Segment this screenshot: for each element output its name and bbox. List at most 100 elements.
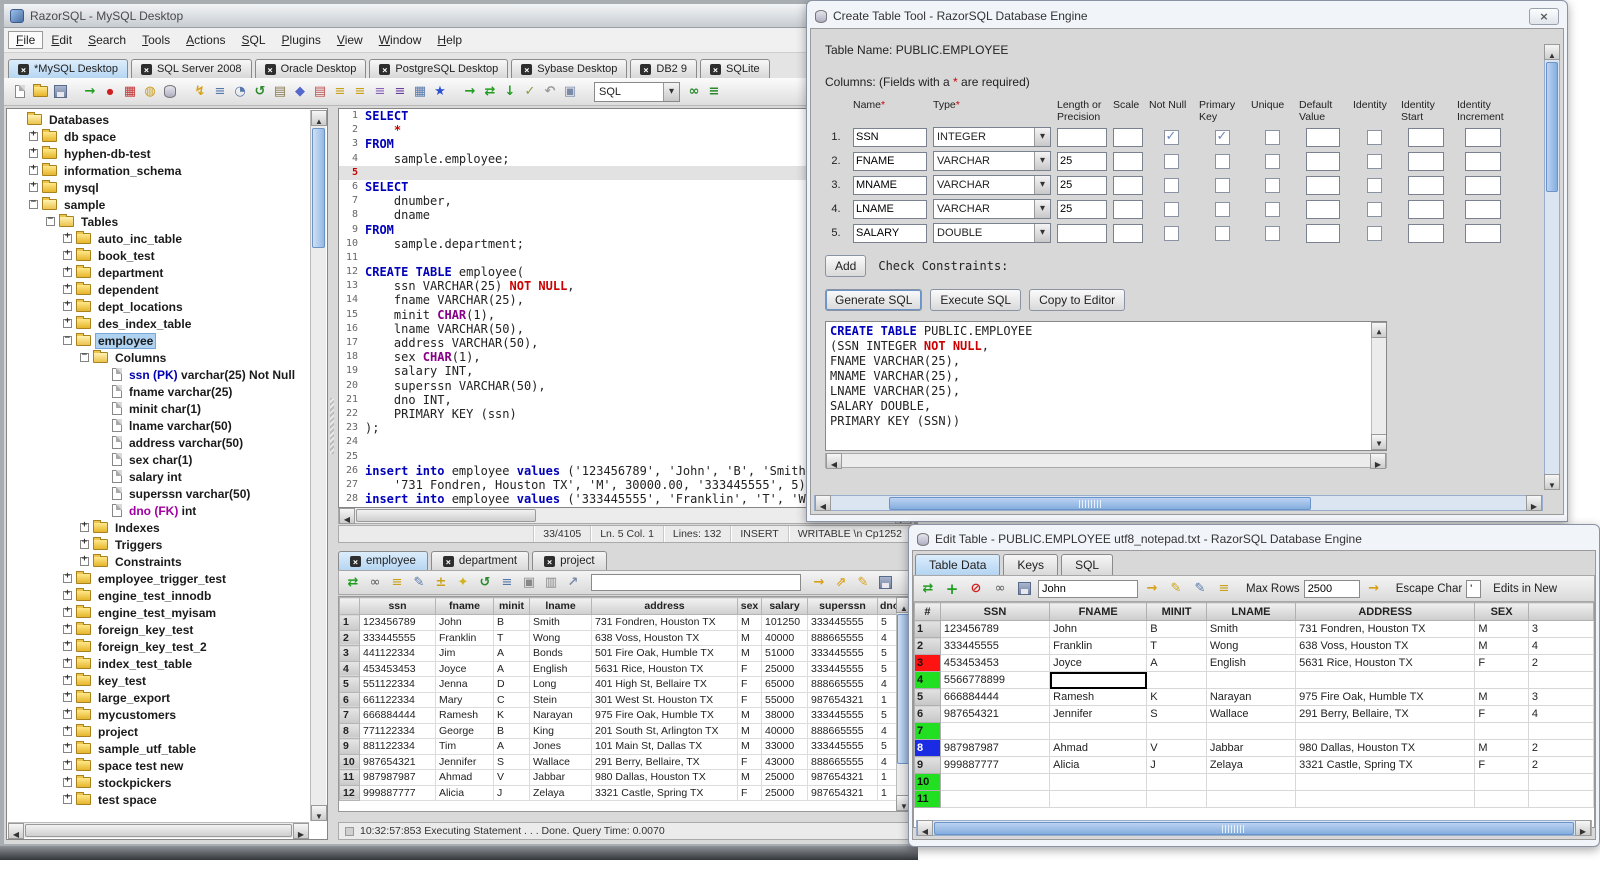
cell[interactable]: Alicia	[1049, 756, 1148, 774]
cell[interactable]: 51000	[761, 645, 808, 662]
results-header-salary[interactable]: salary	[761, 597, 808, 615]
close-tab-icon[interactable]	[544, 555, 556, 567]
expand-plus-icon[interactable]: +	[63, 657, 72, 668]
cell[interactable]: 2	[1527, 756, 1594, 774]
edit-header-[interactable]: #	[914, 602, 941, 621]
table-row[interactable]: 2 333445555 Franklin T Wong 638 Voss, Houston…	[914, 637, 1594, 655]
scale-input[interactable]	[1113, 175, 1143, 195]
expand-plus-icon[interactable]: +	[80, 521, 89, 532]
cell[interactable]: 123456789	[359, 614, 436, 631]
window-icon[interactable]: ▣	[519, 573, 539, 593]
tree-item-address-varchar-50[interactable]: address varchar(50)	[8, 434, 309, 451]
tree-item-large-export[interactable]: + large_export	[8, 689, 309, 706]
table-row[interactable]: 7 666884444 Ramesh K Narayan 975 Fire Oak, Hu…	[339, 707, 903, 724]
cell[interactable]: 4	[1527, 705, 1594, 723]
cell[interactable]: F	[737, 691, 762, 708]
cell[interactable]: 987654321	[807, 691, 878, 708]
cell[interactable]: M	[737, 629, 762, 646]
cell[interactable]: English	[1205, 654, 1297, 672]
column-type-select[interactable]: INTEGER	[933, 127, 1051, 147]
cell[interactable]: Jabbar	[1205, 739, 1297, 757]
main-title-bar[interactable]: RazorSQL - MySQL Desktop	[4, 4, 914, 28]
cell[interactable]: 333445555	[939, 637, 1051, 655]
cell[interactable]: 55000	[761, 691, 808, 708]
column-name-input[interactable]	[853, 199, 927, 219]
expand-plus-icon[interactable]: +	[63, 708, 72, 719]
cell[interactable]: 101 Main St, Dallas TX	[591, 738, 738, 755]
cell[interactable]: 501 Fire Oak, Humble TX	[591, 645, 738, 662]
edit-header-fname[interactable]: FNAME	[1049, 602, 1148, 621]
cell[interactable]: 987987987	[359, 769, 436, 786]
db-refresh-icon[interactable]: ↺	[250, 82, 270, 102]
cell[interactable]: 771122334	[359, 722, 436, 739]
edit-pencil-icon[interactable]: ✎	[1190, 579, 1210, 599]
cell[interactable]: 888665555	[807, 722, 878, 739]
cell[interactable]: 333445555	[807, 660, 878, 677]
cell[interactable]: Ramesh	[1049, 688, 1148, 706]
unique-checkbox[interactable]	[1264, 177, 1280, 193]
tree-item-employee-trigger-test[interactable]: + employee_trigger_test	[8, 570, 309, 587]
sort-filter-icon[interactable]: ≡	[387, 573, 407, 593]
cell[interactable]: Joyce	[435, 660, 494, 677]
scroll-right-arrow-icon[interactable]	[1575, 820, 1591, 836]
cell[interactable]: Wallace	[1205, 705, 1297, 723]
tree-item-ssn-pk-varchar-25-not-null[interactable]: ssn (PK) varchar(25) Not Null	[8, 366, 309, 383]
cell[interactable]: 291 Berry, Bellaire, TX	[1295, 705, 1476, 723]
cell[interactable]: Stein	[529, 691, 592, 708]
column-name-input[interactable]	[853, 127, 927, 147]
expand-plus-icon[interactable]: +	[29, 164, 38, 175]
scale-input[interactable]	[1113, 127, 1143, 147]
cell[interactable]: K	[1146, 688, 1207, 706]
dialog-vertical-scrollbar[interactable]	[1544, 44, 1560, 490]
format-brush-icon[interactable]: ✎	[1166, 579, 1186, 599]
column-name-input[interactable]	[853, 223, 927, 243]
edit-header-lname[interactable]: LNAME	[1205, 602, 1297, 621]
table-row[interactable]: 4 453453453 Joyce A English 5631 Rice, Housto…	[339, 660, 903, 677]
cell[interactable]: 65000	[761, 676, 808, 693]
cell[interactable]: 5631 Rice, Houston TX	[1295, 654, 1476, 672]
tree-item-fname-varchar-25[interactable]: fname varchar(25)	[8, 383, 309, 400]
table-row[interactable]: 3 453453453 Joyce A English 5631 Rice, Housto…	[914, 654, 1594, 672]
menu-actions[interactable]: Actions	[178, 31, 233, 49]
not-null-checkbox[interactable]	[1163, 153, 1179, 169]
cell[interactable]: T	[493, 629, 530, 646]
tree-item-book-test[interactable]: + book_test	[8, 247, 309, 264]
cell[interactable]: 38000	[761, 707, 808, 724]
cell[interactable]: 888665555	[807, 753, 878, 770]
close-tab-icon[interactable]	[521, 63, 533, 75]
go-max-rows-icon[interactable]: →	[1364, 579, 1384, 599]
cell[interactable]	[1474, 773, 1529, 791]
copy-to-editor-button[interactable]: Copy to Editor	[1029, 289, 1126, 311]
results-header-sex[interactable]: sex	[737, 597, 762, 615]
cell[interactable]	[1295, 722, 1476, 740]
unique-checkbox[interactable]	[1264, 225, 1280, 241]
chevron-down-icon[interactable]	[1034, 200, 1050, 218]
expand-plus-icon[interactable]: +	[63, 317, 72, 328]
refresh-keys-icon[interactable]: ↺	[475, 573, 495, 593]
results-tab-project[interactable]: project	[532, 551, 607, 570]
results-filter-input[interactable]	[591, 574, 801, 591]
cell[interactable]	[1146, 773, 1207, 791]
identity-start-input[interactable]	[1408, 175, 1444, 195]
results-tab-employee[interactable]: employee	[338, 551, 428, 570]
cell[interactable]: 987987987	[939, 739, 1051, 757]
scroll-down-arrow-icon[interactable]	[1371, 434, 1386, 450]
cell[interactable]: M	[737, 769, 762, 786]
table-row[interactable]: 10 987654321 Jennifer S Wallace 291 Berry, Be…	[339, 753, 903, 770]
cell[interactable]: George	[435, 722, 494, 739]
edit-header-address[interactable]: ADDRESS	[1295, 602, 1476, 621]
statement-type-select[interactable]: SQL	[594, 81, 680, 102]
primary-key-checkbox[interactable]	[1214, 177, 1230, 193]
not-null-checkbox[interactable]	[1163, 225, 1179, 241]
scroll-left-arrow-icon[interactable]	[815, 495, 831, 511]
cell[interactable]: V	[1146, 739, 1207, 757]
results-tab-department[interactable]: department	[430, 551, 530, 570]
refresh-table-icon[interactable]: ⇄	[918, 579, 938, 599]
table-row[interactable]: 6 987654321 Jennifer S Wallace 291 Berry, Bel…	[914, 705, 1594, 723]
length-precision-input[interactable]	[1057, 127, 1107, 147]
cell[interactable]: Franklin	[435, 629, 494, 646]
cell[interactable]: 3321 Castle, Spring TX	[591, 784, 738, 801]
expand-plus-icon[interactable]: +	[29, 147, 38, 158]
tree-item-foreign-key-test-2[interactable]: + foreign_key_test_2	[8, 638, 309, 655]
expand-plus-icon[interactable]: +	[63, 589, 72, 600]
